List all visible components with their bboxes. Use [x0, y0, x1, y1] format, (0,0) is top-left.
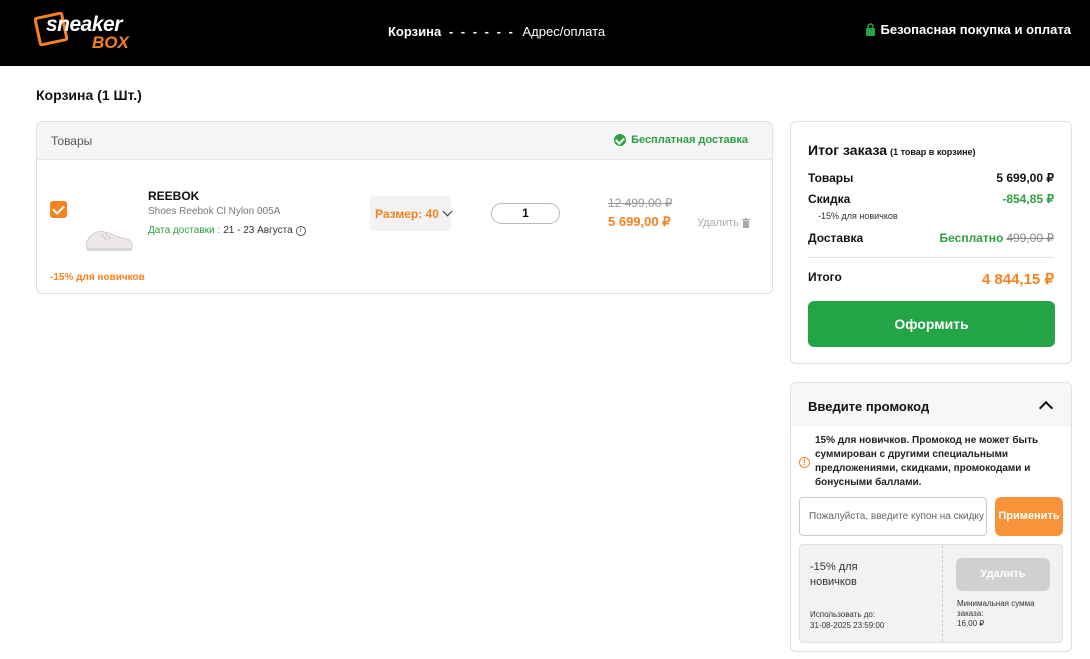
promo-header[interactable]: Введите промокод — [791, 383, 1071, 427]
product-model[interactable]: Shoes Reebok Cl Nylon 005A — [148, 206, 280, 217]
item-select-checkbox[interactable] — [50, 201, 67, 218]
summary-delivery-old: 499,00 ₽ — [1006, 231, 1054, 245]
order-summary: Итог заказа (1 товар в корзине) Товары 5 … — [790, 121, 1072, 364]
remove-item-label: Удалить — [697, 217, 739, 229]
cart-column-goods: Товары — [51, 134, 93, 148]
product-image[interactable] — [83, 222, 135, 254]
delivery-date: Дата доставки : 21 - 23 Августа i — [148, 225, 306, 236]
summary-delivery-value: Бесплатно — [939, 231, 1004, 245]
coupon-valid-until-label: Использовать до: — [810, 610, 876, 619]
coupon-name: -15% для новичков — [810, 561, 858, 588]
summary-discount-row: Скидка -854,85 ₽ — [808, 192, 1054, 206]
product-brand[interactable]: REEBOK — [148, 189, 199, 203]
summary-discount-value: -854,85 ₽ — [1002, 192, 1054, 206]
summary-goods-row: Товары 5 699,00 ₽ — [808, 171, 1054, 185]
info-icon[interactable]: i — [295, 225, 306, 236]
apply-coupon-button[interactable]: Применить — [995, 497, 1063, 536]
summary-goods-value: 5 699,00 ₽ — [996, 171, 1054, 185]
remove-coupon-button[interactable]: Удалить — [956, 558, 1050, 591]
summary-delivery-row: Доставка Бесплатно 499,00 ₽ — [808, 231, 1054, 245]
size-select-value: Размер: 40 — [375, 206, 439, 221]
page-title: Корзина (1 Шт.) — [36, 87, 142, 103]
summary-divider — [808, 257, 1054, 258]
summary-delivery-label: Доставка — [808, 231, 864, 245]
summary-goods-label: Товары — [808, 171, 854, 185]
coupon-input[interactable]: Пожалуйста, введите купон на скидку — [799, 497, 987, 536]
summary-items-count: (1 товар в корзине) — [890, 147, 976, 157]
promo-title: Введите промокод — [808, 399, 930, 414]
step-separator: - - - - - - — [448, 24, 515, 39]
coupon-minimum-label: Минимальная сумма заказа: — [957, 599, 1035, 618]
secure-label: Безопасная покупка и оплата — [880, 22, 1071, 37]
size-select[interactable]: Размер: 40 — [370, 196, 453, 231]
checkout-button[interactable]: Оформить — [808, 301, 1055, 347]
summary-discount-label: Скидка — [808, 192, 851, 206]
cart-panel: Товары Бесплатная доставка REEBOK Shoes … — [36, 121, 773, 294]
chevron-up-icon[interactable] — [1038, 400, 1054, 416]
trash-icon — [742, 218, 750, 228]
warning-icon: ! — [799, 457, 810, 468]
chevron-down-icon — [442, 206, 453, 217]
coupon-valid-until: Использовать до: 31-08-2025 23:59:00 — [810, 609, 884, 631]
logo-text-box: BOX — [92, 33, 129, 52]
sneakerbox-logo[interactable]: sneaker BOX — [33, 11, 136, 52]
coupon-minimum: Минимальная сумма заказа: 16,00 ₽ — [957, 599, 1057, 629]
current-price: 5 699,00 ₽ — [608, 214, 671, 229]
free-shipping-badge: Бесплатная доставка — [614, 134, 748, 146]
summary-title: Итог заказа (1 товар в корзине) — [808, 142, 976, 158]
quantity-input[interactable]: 1 — [491, 203, 560, 224]
secure-purchase-badge: Безопасная покупка и оплата — [865, 22, 1071, 37]
summary-discount-note: -15% для новичков — [818, 211, 898, 221]
summary-total-value: 4 844,15 ₽ — [981, 271, 1054, 288]
old-price: 12 499,00 ₽ — [608, 196, 673, 210]
checkout-steps: Корзина - - - - - - Адрес/оплата — [388, 24, 605, 39]
step-address-payment: Адрес/оплата — [522, 24, 606, 39]
summary-total-row: Итого 4 844,15 ₽ — [808, 270, 1054, 288]
free-shipping-label: Бесплатная доставка — [631, 134, 748, 146]
step-cart: Корзина — [388, 24, 442, 39]
discount-note: -15% для новичков — [50, 272, 145, 283]
applied-coupon-card: -15% для новичков Использовать до: 31-08… — [799, 544, 1063, 643]
lock-icon — [865, 23, 875, 36]
remove-item-button[interactable]: Удалить — [697, 217, 750, 229]
coupon-divider — [942, 545, 943, 642]
summary-title-text: Итог заказа — [808, 142, 888, 158]
delivery-date-label: Дата доставки : — [148, 225, 221, 236]
coupon-valid-until-value: 31-08-2025 23:59:00 — [810, 621, 885, 630]
coupon-minimum-value: 16,00 ₽ — [957, 619, 985, 628]
delivery-date-value: 21 - 23 Августа — [223, 225, 293, 236]
promo-note: 15% для новичков. Промокод не может быть… — [815, 435, 1039, 488]
check-circle-icon — [614, 134, 627, 146]
top-header: sneaker BOX Корзина - - - - - - Адрес/оп… — [0, 0, 1090, 66]
cart-header: Товары Бесплатная доставка — [37, 122, 772, 160]
summary-total-label: Итого — [808, 270, 842, 284]
promo-panel: Введите промокод ! 15% для новичков. Про… — [790, 382, 1072, 652]
